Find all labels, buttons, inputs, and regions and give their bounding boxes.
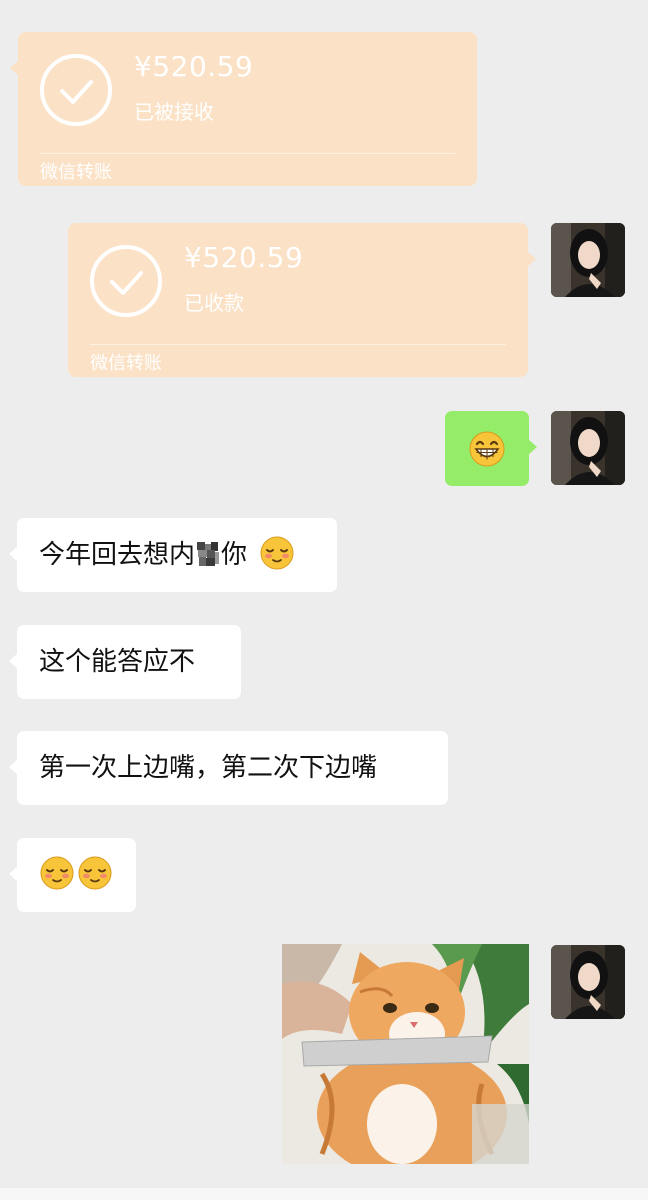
transfer-footer: 微信转账 — [40, 162, 112, 183]
bubble-tail — [528, 439, 537, 455]
sent-emoji-bubble[interactable] — [445, 411, 537, 486]
censored-character-icon — [197, 541, 220, 566]
cat-sticker-image[interactable] — [282, 944, 529, 1164]
avatar[interactable] — [551, 945, 625, 1019]
transfer-status: 已被接收 — [134, 100, 214, 124]
bubble-tail — [10, 60, 19, 76]
message-text: 第一次上边嘴，第二次下边嘴 — [39, 753, 378, 783]
bubble-tail — [9, 866, 18, 882]
message-text: 今年回去想内 — [39, 540, 196, 570]
avatar[interactable] — [551, 411, 625, 485]
bubble-tail — [9, 653, 18, 669]
divider — [90, 344, 506, 345]
bubble-tail — [527, 251, 536, 267]
transfer-footer: 微信转账 — [90, 353, 162, 374]
received-emoji-message[interactable] — [9, 838, 136, 912]
shy-blush-emoji-icon — [40, 856, 74, 889]
input-bar-edge — [0, 1188, 648, 1200]
received-message[interactable]: 第一次上边嘴，第二次下边嘴 — [9, 731, 448, 805]
bubble-tail — [9, 759, 18, 775]
avatar[interactable] — [551, 223, 625, 297]
divider — [40, 153, 455, 154]
shy-blush-emoji-icon — [260, 536, 294, 569]
transfer-card-received[interactable]: ¥520.59 已被接收 微信转账 — [10, 32, 477, 186]
check-circle-icon — [90, 245, 162, 317]
check-circle-icon — [40, 54, 112, 126]
transfer-amount: ¥520.59 — [184, 241, 304, 274]
message-text: 这个能答应不 — [39, 647, 196, 677]
transfer-status: 已收款 — [184, 291, 244, 315]
bubble-tail — [9, 546, 18, 562]
message-text: 你 — [221, 540, 248, 570]
shy-blush-emoji-icon — [78, 856, 112, 889]
received-message[interactable]: 今年回去想内 你 — [9, 518, 337, 592]
transfer-amount: ¥520.59 — [134, 50, 254, 83]
received-message[interactable]: 这个能答应不 — [9, 625, 241, 699]
grinning-emoji-icon — [469, 431, 505, 467]
transfer-card-sent[interactable]: ¥520.59 已收款 微信转账 — [68, 223, 536, 377]
